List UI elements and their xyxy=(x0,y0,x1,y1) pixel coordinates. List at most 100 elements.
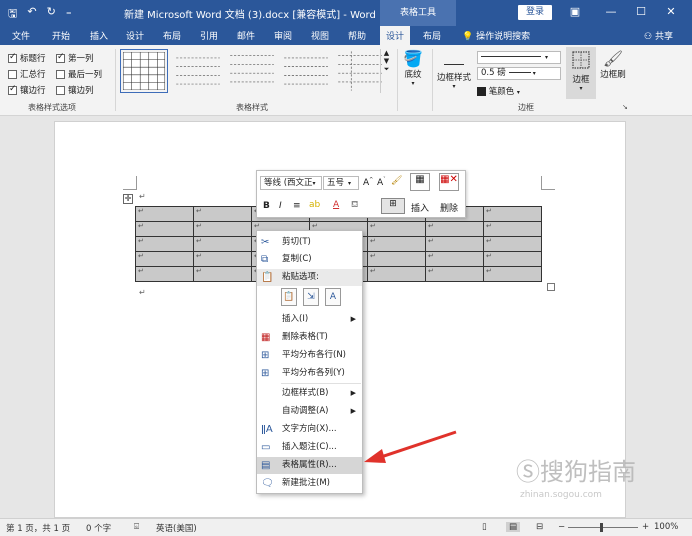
customize-qat-icon[interactable]: ₌ xyxy=(66,5,72,24)
zoom-level[interactable]: 100% xyxy=(654,522,678,532)
insert-label[interactable]: 插入 xyxy=(411,201,429,214)
borders-button[interactable]: 边框 ▾ xyxy=(566,47,596,99)
borders-icon[interactable]: ⊞ xyxy=(381,198,405,214)
undo-icon[interactable]: ↶ xyxy=(27,5,36,24)
table-cell[interactable]: ↵ xyxy=(135,221,194,237)
checkbox[interactable] xyxy=(56,69,65,79)
menu-item-table-properties[interactable]: ▤ 表格属性(R)... xyxy=(257,457,362,474)
checkbox[interactable] xyxy=(8,84,17,95)
paste-keep-formatting-icon[interactable]: 📋 xyxy=(281,288,297,306)
pen-weight-select[interactable]: 0.5 磅 ▾ xyxy=(477,67,561,80)
zoom-slider-knob[interactable] xyxy=(600,523,603,532)
table-style-thumb[interactable] xyxy=(174,49,222,93)
tab-insert[interactable]: 插入 xyxy=(90,29,108,42)
delete-table-icon[interactable]: ▦✕ xyxy=(439,173,459,191)
share-button[interactable]: ⚇ 共享 xyxy=(644,29,673,42)
table-cell[interactable]: ↵ xyxy=(483,221,542,237)
paste-merge-formatting-icon[interactable]: ⇲ xyxy=(303,288,319,306)
insert-table-icon[interactable]: ▦ xyxy=(410,173,430,191)
checkbox-banded-rows[interactable]: 镶边行 xyxy=(8,84,46,96)
dialog-launcher-icon[interactable]: ↘ xyxy=(622,103,628,111)
menu-item-delete-table[interactable]: ▦ 删除表格(T) xyxy=(257,329,362,346)
table-cell[interactable]: ↵ xyxy=(425,266,484,282)
menu-item-cut[interactable]: ✂ 剪切(T) xyxy=(257,234,362,251)
table-resize-handle[interactable] xyxy=(547,283,555,291)
table-cell[interactable]: ↵ xyxy=(367,236,426,252)
table-cell[interactable]: ↵ xyxy=(193,266,252,282)
table-cell[interactable]: ↵ xyxy=(425,236,484,252)
tell-me-search[interactable]: 💡 操作说明搜索 xyxy=(462,29,530,42)
save-icon[interactable]: 🖫 xyxy=(8,5,17,24)
tab-mailings[interactable]: 邮件 xyxy=(237,29,255,42)
menu-item-copy[interactable]: ⧉ 复制(C) xyxy=(257,251,362,268)
checkbox[interactable] xyxy=(56,52,65,63)
font-color-icon[interactable]: A xyxy=(333,200,339,210)
border-styles-button[interactable]: 边框样式 ▾ xyxy=(436,51,472,90)
tab-file[interactable]: 文件 xyxy=(12,29,30,42)
redo-icon[interactable]: ↻ xyxy=(47,5,56,24)
table-cell[interactable]: ↵ xyxy=(193,236,252,252)
shading-button[interactable]: 🪣 底纹 ▾ xyxy=(400,49,426,87)
read-mode-icon[interactable]: ▯ xyxy=(482,522,487,532)
close-icon[interactable]: ✕ xyxy=(664,5,678,18)
menu-item-distribute-rows[interactable]: ⊞ 平均分布各行(N) xyxy=(257,347,362,364)
checkbox[interactable] xyxy=(8,69,17,79)
menu-item-autofit[interactable]: 自动调整(A) ▶ xyxy=(257,403,362,420)
bold-icon[interactable]: B xyxy=(263,201,270,211)
page-count[interactable]: 第 1 页，共 1 页 xyxy=(6,522,70,534)
pen-style-select[interactable]: ▾ xyxy=(477,51,561,64)
checkbox-header-row[interactable]: 标题行 xyxy=(8,52,46,64)
align-center-icon[interactable]: ≡ xyxy=(293,201,301,211)
tab-table-design[interactable]: 设计 xyxy=(380,26,411,45)
maximize-icon[interactable]: ☐ xyxy=(634,5,648,18)
table-cell[interactable]: ↵ xyxy=(367,251,426,267)
table-cell[interactable]: ↵ xyxy=(135,236,194,252)
font-name-select[interactable]: 等线 (西文正▾ xyxy=(260,176,322,190)
table-move-handle-icon[interactable]: ✛ xyxy=(123,194,133,204)
zoom-out-icon[interactable]: − xyxy=(558,522,565,532)
tab-help[interactable]: 帮助 xyxy=(348,29,366,42)
checkbox-last-column[interactable]: 最后一列 xyxy=(56,68,102,80)
menu-item-border-styles[interactable]: 边框样式(B) ▶ xyxy=(257,385,362,402)
checkbox-banded-columns[interactable]: 镶边列 xyxy=(56,84,94,96)
tab-design[interactable]: 设计 xyxy=(126,29,144,42)
italic-icon[interactable]: I xyxy=(279,201,282,211)
checkbox-total-row[interactable]: 汇总行 xyxy=(8,68,46,80)
tab-home[interactable]: 开始 xyxy=(52,29,70,42)
delete-label[interactable]: 删除 xyxy=(440,201,458,214)
table-cell[interactable]: ↵ xyxy=(193,221,252,237)
format-painter-icon[interactable]: 🖌 xyxy=(391,176,402,186)
table-cell[interactable]: ↵ xyxy=(135,266,194,282)
checkbox-first-column[interactable]: 第一列 xyxy=(56,52,94,64)
table-cell[interactable]: ↵ xyxy=(425,251,484,267)
font-size-select[interactable]: 五号 ▾ xyxy=(323,176,359,190)
menu-item-insert-caption[interactable]: ▭ 插入题注(C)... xyxy=(257,439,362,456)
tab-references[interactable]: 引用 xyxy=(200,29,218,42)
table-cell[interactable]: ↵ xyxy=(367,266,426,282)
login-button[interactable]: 登录 xyxy=(518,5,552,20)
menu-item-distribute-columns[interactable]: ⊞ 平均分布各列(Y) xyxy=(257,365,362,382)
proofing-icon[interactable]: ⌺ xyxy=(134,522,139,532)
table-cell[interactable]: ↵ xyxy=(425,221,484,237)
menu-item-text-direction[interactable]: ǁA 文字方向(X)... xyxy=(257,421,362,438)
minimize-icon[interactable]: — xyxy=(604,5,618,18)
shading-icon[interactable]: ⛾ xyxy=(351,200,358,211)
print-layout-icon[interactable]: ▤ xyxy=(506,522,521,532)
border-painter-button[interactable]: 🖌 边框刷 xyxy=(598,49,628,80)
table-cell[interactable]: ↵ xyxy=(193,251,252,267)
table-cell[interactable]: ↵ xyxy=(483,266,542,282)
tab-view[interactable]: 视图 xyxy=(311,29,329,42)
highlight-icon[interactable]: ab xyxy=(309,200,320,210)
web-layout-icon[interactable]: ⊟ xyxy=(536,522,543,532)
language[interactable]: 英语(美国) xyxy=(156,522,197,534)
table-cell[interactable]: ↵ xyxy=(135,206,194,222)
table-style-thumb[interactable] xyxy=(282,49,330,93)
checkbox[interactable] xyxy=(8,52,17,63)
gallery-scroll[interactable]: ▲ ▼ ⏷ xyxy=(380,49,392,93)
table-cell[interactable]: ↵ xyxy=(367,221,426,237)
paste-text-only-icon[interactable]: A xyxy=(325,288,341,306)
table-style-thumb[interactable] xyxy=(120,49,168,93)
pen-color-button[interactable]: 笔颜色 ▾ xyxy=(477,85,520,97)
zoom-slider[interactable] xyxy=(568,527,638,528)
table-cell[interactable]: ↵ xyxy=(483,251,542,267)
